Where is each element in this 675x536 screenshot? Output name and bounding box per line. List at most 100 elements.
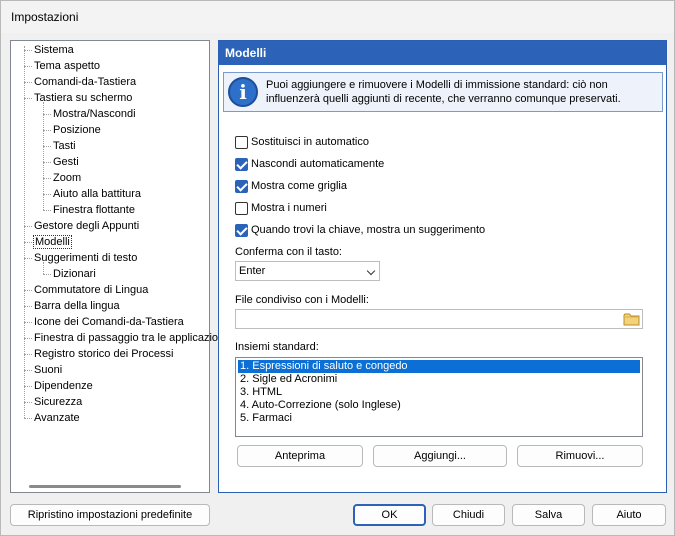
tree-guide-line [24,82,32,83]
tree-item-label: Registro storico dei Processi [34,348,174,360]
tree-item-label: Tastiera su schermo [34,92,133,104]
checkbox-label: Quando trovi la chiave, mostra un sugger… [251,224,486,236]
tree-item-label: Finestra flottante [53,204,135,216]
tree-item[interactable]: Dipendenze [33,378,94,394]
tree-guide-line [43,178,51,179]
horizontal-scrollbar-thumb[interactable] [29,485,181,488]
tree-item[interactable]: Suggerimenti di testo [33,250,138,266]
chevron-down-icon [366,266,376,276]
panel-title: Modelli [219,41,666,65]
tree-guide-line [43,210,51,211]
checkbox-box[interactable] [235,179,248,193]
tree-item-label: Gestore degli Appunti [34,220,140,232]
tree-item[interactable]: Aiuto alla battitura [52,186,142,202]
checkbox-show-hint[interactable]: Quando trovi la chiave, mostra un sugger… [235,222,485,238]
tree-item-label: Modelli [33,235,72,249]
checkbox-box[interactable] [235,135,248,149]
tree-item-label: Tasti [53,140,76,152]
list-item[interactable]: 4. Auto-Correzione (solo Inglese) [238,399,640,412]
tree-item-label: Avanzate [34,412,80,424]
tree-guide-line [24,258,32,259]
tree-item-label: Icone dei Comandi-da-Tastiera [34,316,184,328]
tree-guide-line [24,226,32,227]
tree-item-label: Finestra di passaggio tra le applicazion… [34,332,227,344]
tree-item[interactable]: Tema aspetto [33,58,101,74]
checkbox-auto-replace[interactable]: Sostituisci in automatico [235,134,369,150]
tree-guide-line [24,322,32,323]
tree-item[interactable]: Dizionari [52,266,97,282]
tree-guide-line [24,242,32,243]
tree-item-label: Suggerimenti di testo [34,252,138,264]
confirm-key-select[interactable]: Enter [235,261,380,281]
tree-item[interactable]: Suoni [33,362,63,378]
tree-item[interactable]: Icone dei Comandi-da-Tastiera [33,314,185,330]
tree-item[interactable]: Tastiera su schermo [33,90,133,106]
list-item[interactable]: 3. HTML [238,386,640,399]
tree-item[interactable]: Barra della lingua [33,298,121,314]
tree-item[interactable]: Sistema [33,42,75,58]
info-text: Puoi aggiungere e rimuovere i Modelli di… [266,79,621,105]
tree-item-label: Commutatore di Lingua [34,284,149,296]
close-button[interactable]: Chiudi [432,504,505,526]
settings-window: Impostazioni Sistema Tema aspetto Comandi-… [0,0,675,536]
tree-item[interactable]: Finestra di passaggio tra le applicazion… [33,330,228,346]
confirm-key-value: Enter [239,265,266,277]
tree-guide-line [43,274,51,275]
info-icon: i [228,77,258,107]
list-item[interactable]: 2. Sigle ed Acronimi [238,373,640,386]
list-item[interactable]: 5. Farmaci [238,412,640,425]
checkbox-show-numbers[interactable]: Mostra i numeri [235,200,327,216]
tree-item[interactable]: Registro storico dei Processi [33,346,174,362]
title-bar: Impostazioni [1,1,674,33]
save-button[interactable]: Salva [512,504,585,526]
tree-item[interactable]: Modelli [33,234,72,250]
tree-item-label: Suoni [34,364,63,376]
checkbox-box[interactable] [235,201,248,215]
tree-item[interactable]: Tasti [52,138,77,154]
tree-item-label: Sicurezza [34,396,83,408]
folder-icon[interactable] [623,311,641,327]
tree-item[interactable]: Gestore degli Appunti [33,218,140,234]
tree-guide-line [43,162,51,163]
tree-guide-line [43,146,51,147]
tree-item[interactable]: Comandi-da-Tastiera [33,74,137,90]
add-button[interactable]: Aggiungi... [373,445,507,467]
ok-button[interactable]: OK [353,504,426,526]
checkbox-label: Mostra come griglia [251,180,347,192]
tree-guide-line [24,402,32,403]
standard-sets-list[interactable]: 1. Espressioni di saluto e congedo 2. Sig… [235,357,643,437]
tree-item[interactable]: Avanzate [33,410,81,426]
checkbox-box[interactable] [235,157,248,171]
settings-tree[interactable]: Sistema Tema aspetto Comandi-da-Tastiera Ta… [10,40,227,493]
list-item[interactable]: 1. Espressioni di saluto e congedo [238,360,640,373]
tree-guide-line [24,50,32,51]
tree-item[interactable]: Commutatore di Lingua [33,282,149,298]
reset-defaults-button[interactable]: Ripristino impostazioni predefinite [10,504,210,526]
tree-guide-line [24,418,32,419]
tree-item[interactable]: Posizione [52,122,102,138]
checkbox-label: Sostituisci in automatico [251,136,369,148]
tree-item[interactable]: Finestra flottante [52,202,136,218]
tree-guide-line [24,98,32,99]
tree-guide-line [24,290,32,291]
tree-guide-line [24,66,32,67]
tree-item-label: Mostra/Nascondi [53,108,136,120]
tree-item[interactable]: Sicurezza [33,394,83,410]
tree-item[interactable]: Gesti [52,154,80,170]
checkbox-box[interactable] [235,223,248,237]
help-button[interactable]: Aiuto [592,504,666,526]
tree-item-label: Posizione [53,124,101,136]
tree-item[interactable]: Mostra/Nascondi [52,106,137,122]
preview-button[interactable]: Anteprima [237,445,363,467]
info-box: i Puoi aggiungere e rimuovere i Modelli … [223,72,663,112]
checkbox-show-grid[interactable]: Mostra come griglia [235,178,347,194]
checkbox-label: Nascondi automaticamente [251,158,385,170]
tree-item-label: Barra della lingua [34,300,120,312]
tree-guide-line [24,370,32,371]
shared-file-input[interactable] [235,309,643,329]
templates-panel: Modelli i Puoi aggiungere e rimuovere i … [218,40,667,493]
checkbox-auto-hide[interactable]: Nascondi automaticamente [235,156,384,172]
tree-item[interactable]: Zoom [52,170,82,186]
remove-button[interactable]: Rimuovi... [517,445,643,467]
tree-guide-line [43,114,51,115]
